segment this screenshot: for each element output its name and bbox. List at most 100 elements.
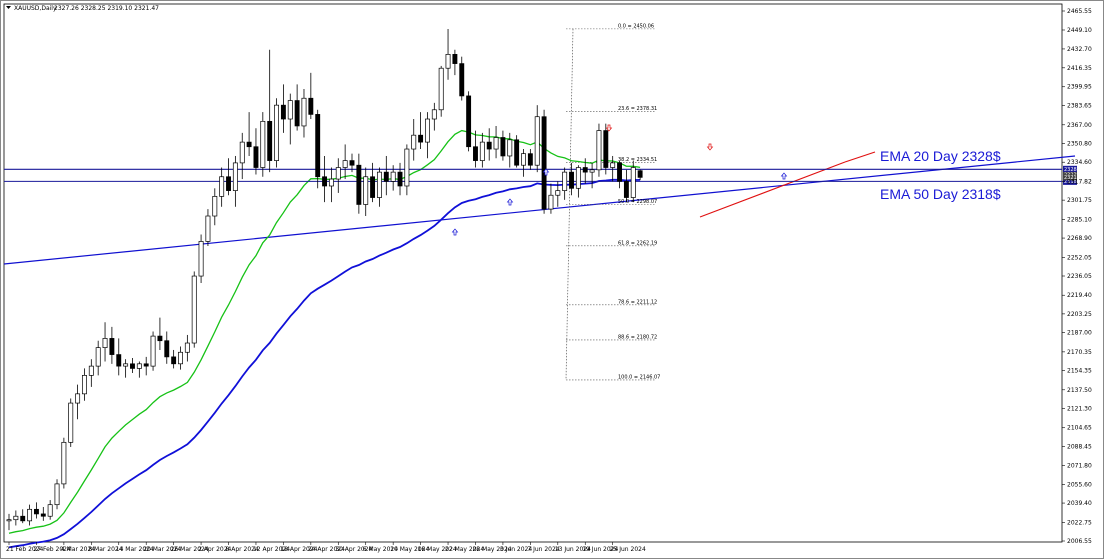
candle: [61, 437, 67, 489]
candle: [191, 271, 197, 348]
y-tick-label: 2416.35: [1067, 65, 1092, 72]
bear-candle-body: [33, 508, 39, 515]
bear-candle-body: [40, 513, 46, 517]
bear-candle-body: [171, 356, 177, 365]
plot-area: [3, 3, 1063, 543]
bear-candle-body: [466, 95, 472, 148]
bull-candle-body: [13, 515, 19, 521]
bull-candle-body: [390, 171, 396, 182]
bear-candle-body: [486, 141, 492, 150]
bear-candle-body: [226, 176, 231, 191]
bear-candle-body: [623, 181, 629, 198]
bull-candle-body: [548, 194, 554, 210]
bull-candle-body: [219, 176, 225, 197]
bear-candle-body: [370, 176, 376, 198]
y-tick-label: 2154.35: [1067, 367, 1092, 374]
candle: [514, 135, 520, 168]
fib-level-label: 61.8 = 2262.19: [618, 240, 657, 246]
candle: [274, 98, 279, 168]
fib-level-label: 78.6 = 2211.12: [618, 299, 657, 305]
y-tick-label: 2170.35: [1067, 349, 1092, 356]
candle: [466, 91, 472, 152]
y-tick-label: 2432.70: [1067, 46, 1092, 53]
bear-candle-body: [246, 141, 252, 148]
y-tick-label: 2104.65: [1067, 425, 1092, 432]
bear-candle-body: [267, 120, 273, 161]
bear-candle-body: [452, 54, 458, 64]
bear-candle-body: [527, 153, 533, 166]
bear-candle-body: [109, 338, 115, 355]
candle: [438, 65, 444, 117]
bear-candle-body: [617, 162, 622, 182]
price-axis: 2465.55 2449.10 2432.70 2416.35 2399.95 2383.…: [1062, 8, 1092, 545]
y-tick-label: 2039.40: [1067, 500, 1092, 507]
ema50-annotation: EMA 50 Day 2318$: [880, 186, 1001, 202]
bull-candle-body: [88, 365, 94, 376]
y-tick-label: 2268.90: [1067, 235, 1092, 242]
y-tick-label: 2219.40: [1067, 292, 1092, 299]
bull-candle-body: [191, 275, 197, 344]
candle: [603, 123, 609, 175]
y-tick-label: 2301.75: [1067, 197, 1092, 204]
bear-candle-body: [157, 335, 163, 342]
bear-candle-body: [322, 176, 328, 187]
bear-candle-body: [459, 63, 465, 97]
bull-candle-body: [479, 141, 485, 161]
bear-candle-body: [253, 146, 259, 168]
bear-candle-body: [473, 146, 478, 161]
bear-candle-body: [356, 164, 362, 205]
y-tick-label: 2285.10: [1067, 216, 1092, 223]
bull-candle-body: [431, 109, 437, 120]
bull-candle-body: [150, 335, 156, 367]
bull-candle-body: [123, 363, 129, 367]
y-tick-label: 2137.50: [1067, 387, 1092, 394]
bear-candle-body: [397, 171, 403, 187]
bull-candle-body: [507, 139, 513, 157]
bull-candle-body: [301, 97, 307, 127]
y-tick-label: 2187.00: [1067, 330, 1092, 337]
bull-candle-body: [589, 169, 595, 173]
bear-candle-body: [541, 116, 547, 210]
y-tick-label: 2203.25: [1067, 311, 1092, 318]
bull-candle-body: [47, 504, 53, 517]
bear-candle-body: [143, 363, 149, 367]
fib-level-label: 100.0 = 2146.07: [618, 374, 660, 380]
fib-level-label: 50.0 = 2298.07: [618, 199, 657, 205]
bull-candle-body: [198, 241, 204, 277]
y-tick-label: 2236.05: [1067, 273, 1092, 280]
bull-candle-body: [562, 171, 568, 191]
candle: [150, 331, 156, 371]
chart-window: XAUUSD,Daily 2327.26 2328.25 2319.10 232…: [0, 0, 1104, 559]
y-tick-label: 2465.55: [1067, 8, 1092, 15]
bull-candle-body: [438, 67, 444, 111]
bear-candle-body: [569, 171, 574, 189]
y-tick-label: 2399.95: [1067, 84, 1092, 91]
candle: [198, 234, 204, 283]
candle: [459, 56, 465, 101]
bear-candle-body: [164, 340, 170, 358]
y-tick-label: 2252.05: [1067, 255, 1092, 262]
candle: [68, 398, 74, 447]
symbol-label: XAUUSD,Daily: [14, 5, 57, 12]
bull-candle-body: [376, 171, 382, 198]
bull-candle-body: [445, 54, 451, 69]
bull-candle-body: [102, 338, 108, 348]
y-tick-label: 2006.55: [1067, 538, 1092, 545]
y-tick-label: 2022.75: [1067, 519, 1092, 526]
bull-candle-body: [178, 351, 183, 365]
bull-candle-body: [287, 100, 293, 120]
bull-candle-body: [342, 160, 348, 168]
fib-level-label: 38.2 = 2334.51: [618, 157, 657, 163]
bear-candle-body: [418, 134, 424, 143]
bull-candle-body: [82, 375, 87, 395]
candle: [315, 109, 321, 189]
bull-candle-body: [54, 483, 60, 506]
candle: [596, 123, 602, 177]
fib-level-label: 0.0 = 2450.06: [618, 23, 654, 29]
candle: [260, 112, 266, 177]
bull-candle-body: [95, 347, 101, 367]
bear-candle-body: [130, 363, 135, 369]
bear-candle-body: [514, 139, 520, 166]
candlestick-chart[interactable]: XAUUSD,Daily 2327.26 2328.25 2319.10 232…: [0, 0, 1104, 559]
bear-candle-body: [637, 170, 643, 178]
